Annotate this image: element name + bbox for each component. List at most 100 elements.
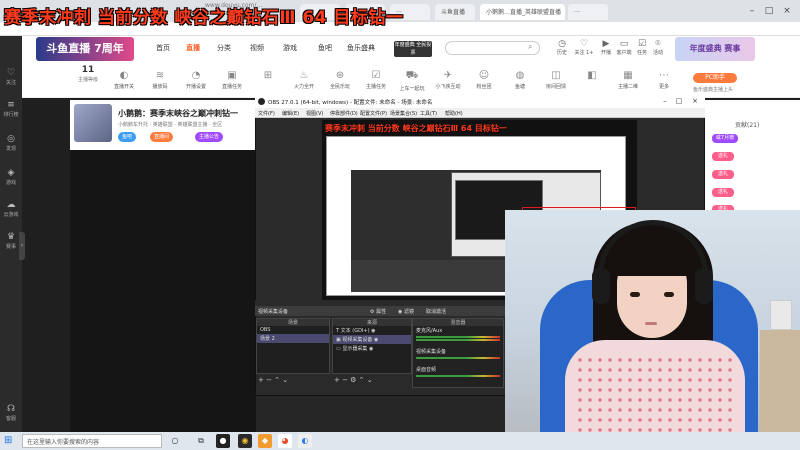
browser-tab[interactable]: 斗鱼直播 bbox=[435, 4, 475, 20]
tool-item[interactable]: ◧ bbox=[574, 70, 610, 83]
obs-source-item-selected[interactable]: ▣ 视频采集设备 ◉ bbox=[333, 335, 411, 344]
anchor-avatar[interactable] bbox=[74, 104, 112, 142]
nav-gala[interactable]: 鱼乐盛典 bbox=[347, 43, 375, 53]
pc-assistant-badge[interactable]: PC助手 bbox=[693, 73, 737, 83]
tool-item[interactable]: ◍ 鱼塘 bbox=[502, 70, 538, 90]
fire-icon: ♨ bbox=[299, 70, 309, 81]
rpanel-pill[interactable]: 送礼 bbox=[712, 152, 734, 161]
obs-filters-button[interactable]: ◉ 滤镜 bbox=[398, 308, 414, 315]
rpanel-pill[interactable]: 送礼 bbox=[712, 188, 734, 197]
tool-item[interactable]: ⊞ bbox=[250, 70, 286, 83]
obs-menu-file[interactable]: 文件(F) bbox=[258, 110, 275, 117]
sidebar-item-label: 关注 bbox=[5, 80, 16, 86]
tool-item[interactable]: ✈ 小飞侠互动 bbox=[430, 70, 466, 90]
obs-source-item[interactable]: T 文本 (GDI+) ◉ bbox=[333, 326, 411, 335]
cortana-icon[interactable]: ○ bbox=[168, 434, 182, 448]
douyu-app-icon[interactable]: ◆ bbox=[258, 434, 272, 448]
notice-button[interactable]: 主播公告 bbox=[195, 132, 224, 142]
browser-app-icon[interactable]: ◕ bbox=[278, 434, 292, 448]
location-icon: ⌾ bbox=[655, 39, 661, 49]
maximize-icon[interactable]: □ bbox=[762, 4, 776, 18]
tool-item[interactable]: ☑ 主播任务 bbox=[358, 70, 394, 90]
tool-item[interactable]: ◐ 直播开关 bbox=[106, 70, 142, 90]
site-logo[interactable]: 斗鱼直播 7周年 bbox=[36, 37, 134, 61]
history-icon: ◷ bbox=[558, 39, 566, 49]
header-event[interactable]: ⌾ 活动 bbox=[648, 39, 668, 56]
task-view-icon[interactable]: ⧉ bbox=[194, 434, 208, 448]
rpanel-pill[interactable]: 或7月榜 bbox=[712, 134, 738, 143]
rpanel-pill[interactable]: 送礼 bbox=[712, 170, 734, 179]
obs-menu-profile[interactable]: 配置文件(P) bbox=[360, 110, 387, 117]
tool-item[interactable]: ◔ 开播设置 bbox=[178, 70, 214, 90]
obs-maximize-icon[interactable]: □ bbox=[674, 97, 684, 105]
nav-video[interactable]: 视频 bbox=[250, 43, 264, 53]
tool-item[interactable]: ≋ 播放码 bbox=[142, 70, 178, 90]
nav-fishbar[interactable]: 鱼吧 bbox=[318, 43, 332, 53]
sidebar-item-rank[interactable]: ≡ 排行榜 bbox=[0, 100, 22, 118]
obs-menu-tools[interactable]: 工具(T) bbox=[420, 110, 437, 117]
obs-menu-scenes[interactable]: 场景集合(S) bbox=[390, 110, 417, 117]
eye-icon[interactable]: ◉ bbox=[374, 337, 378, 343]
tool-label: 火力全开 bbox=[293, 84, 314, 90]
header-history[interactable]: ◷ 历史 bbox=[552, 39, 572, 56]
obs-close-icon[interactable]: × bbox=[690, 97, 700, 105]
search-input[interactable] bbox=[445, 41, 540, 55]
obs-menu-edit[interactable]: 编辑(E) bbox=[282, 110, 299, 117]
sidebar-item-service[interactable]: ☊ 客服 bbox=[0, 404, 22, 422]
tool-item[interactable]: ◫ 房间回馈 bbox=[538, 70, 574, 90]
search-icon[interactable]: ⌕ bbox=[528, 42, 532, 52]
obs-add-scene-icon[interactable]: + − ⌃ ⌄ bbox=[258, 376, 288, 384]
sidebar-item-follow[interactable]: ♡ 关注 bbox=[0, 68, 22, 86]
obs-scene-item[interactable]: OBS bbox=[257, 326, 329, 334]
sidebar-item-games[interactable]: ◈ 游戏 bbox=[0, 168, 22, 186]
app-icon[interactable]: ◐ bbox=[298, 434, 312, 448]
app-icon[interactable]: ◉ bbox=[238, 434, 252, 448]
obs-add-source-icon[interactable]: + − ⚙ ⌃ ⌄ bbox=[334, 376, 373, 384]
nav-live[interactable]: 直播 bbox=[186, 43, 200, 53]
sidebar-item-cloud[interactable]: ☁ 云游戏 bbox=[0, 200, 22, 218]
fishbar-button[interactable]: 鱼吧 bbox=[118, 132, 137, 142]
pc-assistant-sub: 鱼乐盛典主播上头 bbox=[693, 87, 734, 93]
tool-label: 小飞侠互动 bbox=[435, 84, 461, 90]
tool-item[interactable]: ▦ 主播二维 bbox=[610, 70, 646, 90]
header-follow[interactable]: ♡ 关注 1+ bbox=[574, 39, 594, 56]
obs-menu-view[interactable]: 视图(V) bbox=[306, 110, 323, 117]
sidebar-collapse-toggle[interactable]: ‹ bbox=[19, 232, 25, 260]
header-live[interactable]: ▶ 开播 bbox=[596, 39, 616, 56]
obs-deactivate-button[interactable]: 取消激活 bbox=[426, 308, 446, 315]
sidebar-item-discover[interactable]: ◎ 发现 bbox=[0, 134, 22, 152]
header-icon-label: 客户端 bbox=[616, 50, 632, 56]
obs-menu-docks[interactable]: 停靠部件(D) bbox=[330, 110, 358, 117]
header-client[interactable]: ▭ 客户端 bbox=[614, 39, 634, 56]
obs-menu-help[interactable]: 帮助(H) bbox=[445, 110, 463, 117]
tool-item[interactable]: ☺ 粉丝团 bbox=[466, 70, 502, 90]
tool-item[interactable]: ⋯ 更多 bbox=[646, 70, 682, 90]
header-banner[interactable]: 年度盛典 赛事 bbox=[675, 37, 755, 61]
taskbar-search-input[interactable]: 在这里输入你要搜索的内容 bbox=[22, 434, 162, 448]
tool-item[interactable]: ⛟ 上车一起玩 bbox=[394, 70, 430, 92]
obs-app-icon[interactable]: ● bbox=[216, 434, 230, 448]
minimize-icon[interactable]: – bbox=[745, 4, 759, 18]
nav-home[interactable]: 首页 bbox=[156, 43, 170, 53]
promo-badge[interactable]: 年度盛典 全民投票 bbox=[394, 41, 432, 57]
audio-meter bbox=[416, 375, 500, 377]
obs-minimize-icon[interactable]: – bbox=[660, 97, 670, 105]
obs-source-item[interactable]: ▭ 显示器采集 ◉ bbox=[333, 344, 411, 353]
eye-icon[interactable]: ◉ bbox=[369, 346, 373, 352]
windows-start-icon[interactable]: ⊞ bbox=[4, 435, 16, 447]
obs-selected-source: 视频采集设备 bbox=[258, 309, 289, 315]
nav-games[interactable]: 游戏 bbox=[283, 43, 297, 53]
room-button[interactable]: 直播间 bbox=[150, 132, 174, 142]
close-icon[interactable]: × bbox=[780, 4, 794, 18]
browser-tab[interactable]: … bbox=[568, 4, 608, 20]
eye-icon[interactable]: ◉ bbox=[371, 328, 375, 334]
tool-item[interactable]: ♨ 火力全开 bbox=[286, 70, 322, 90]
obs-properties-button[interactable]: ⚙ 属性 bbox=[370, 308, 386, 315]
browser-tab-active[interactable]: 小鹅鹅…直播_英雄联盟直播 bbox=[480, 4, 565, 20]
obs-scene-item-selected[interactable]: 场景 2 bbox=[257, 334, 329, 343]
tool-item[interactable]: ▣ 直播任务 bbox=[214, 70, 250, 90]
clock-icon: ◔ bbox=[191, 70, 201, 81]
nav-category[interactable]: 分类 bbox=[217, 43, 231, 53]
obs-filters-label: 滤镜 bbox=[403, 309, 414, 315]
tool-item[interactable]: ⊛ 全民乐玩 bbox=[322, 70, 358, 90]
